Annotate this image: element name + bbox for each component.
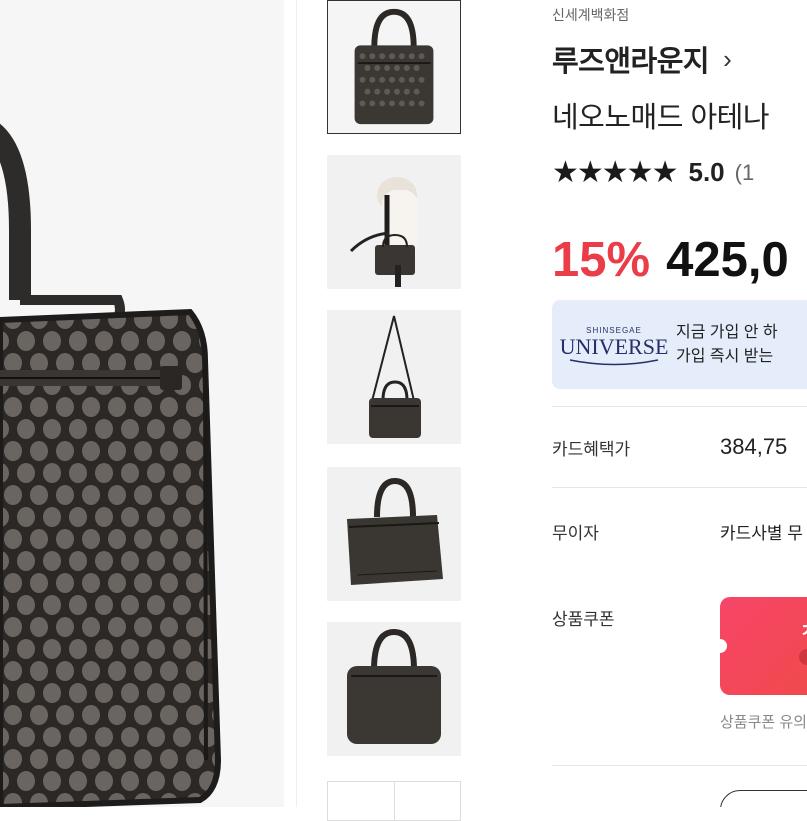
logo-arc-icon: [569, 359, 659, 366]
price-block: 15% 425,0: [552, 232, 789, 288]
divider: [552, 765, 807, 766]
option-button[interactable]: [720, 790, 807, 807]
rating-summary[interactable]: ★★★★★ 5.0 (1: [552, 155, 754, 190]
interest-free-label: 무이자: [552, 524, 599, 543]
divider: [552, 487, 807, 488]
card-benefit-price: 384,75: [720, 434, 788, 459]
universe-logo: SHINSEGAE UNIVERSE: [552, 322, 676, 367]
coupon-label: 상품쿠폰: [552, 610, 615, 629]
store-name[interactable]: 신세계백화점: [552, 5, 629, 25]
star-icon: ★★★★★: [552, 156, 678, 189]
discount-rate: 15%: [552, 233, 651, 287]
chevron-right-icon: ›: [723, 43, 732, 74]
card-benefit-label: 카드혜택가: [552, 440, 631, 459]
thumbnail-3[interactable]: [327, 310, 461, 444]
product-name: 네오노매드 아테나: [552, 102, 770, 134]
universe-membership-banner[interactable]: SHINSEGAE UNIVERSE 지금 가입 안 하 가입 즉시 받는: [552, 300, 807, 389]
product-info-panel: 신세계백화점 루즈앤라운지 › 네오노매드 아테나 ★★★★★ 5.0 (1 1…: [552, 0, 807, 807]
thumbnail-pager: [327, 781, 461, 821]
download-icon: [799, 649, 807, 665]
thumbnail-5[interactable]: [327, 622, 461, 756]
main-product-image: [0, 0, 284, 807]
image-divider: [296, 0, 297, 807]
thumbnail-2[interactable]: [327, 155, 461, 289]
brand-link[interactable]: 루즈앤라운지 ›: [552, 38, 732, 80]
rating-score: 5.0: [688, 157, 725, 187]
coupon-download-button[interactable]: ㅈ: [720, 597, 807, 695]
thumbnail-4[interactable]: [327, 467, 461, 601]
coupon-button-label: ㅈ: [800, 617, 807, 643]
banner-text: 지금 가입 안 하 가입 즉시 받는: [676, 323, 778, 365]
sale-price: 425,0: [666, 233, 789, 287]
review-count: (1: [734, 159, 755, 185]
thumbnail-1[interactable]: [327, 0, 461, 134]
thumbnail-prev-button[interactable]: [328, 782, 395, 820]
interest-free-value[interactable]: 카드사별 무: [720, 519, 803, 544]
thumbnail-next-button[interactable]: [395, 782, 461, 820]
divider: [552, 406, 807, 407]
brand-name: 루즈앤라운지: [552, 46, 710, 78]
coupon-notice[interactable]: 상품쿠폰 유의: [720, 711, 807, 732]
